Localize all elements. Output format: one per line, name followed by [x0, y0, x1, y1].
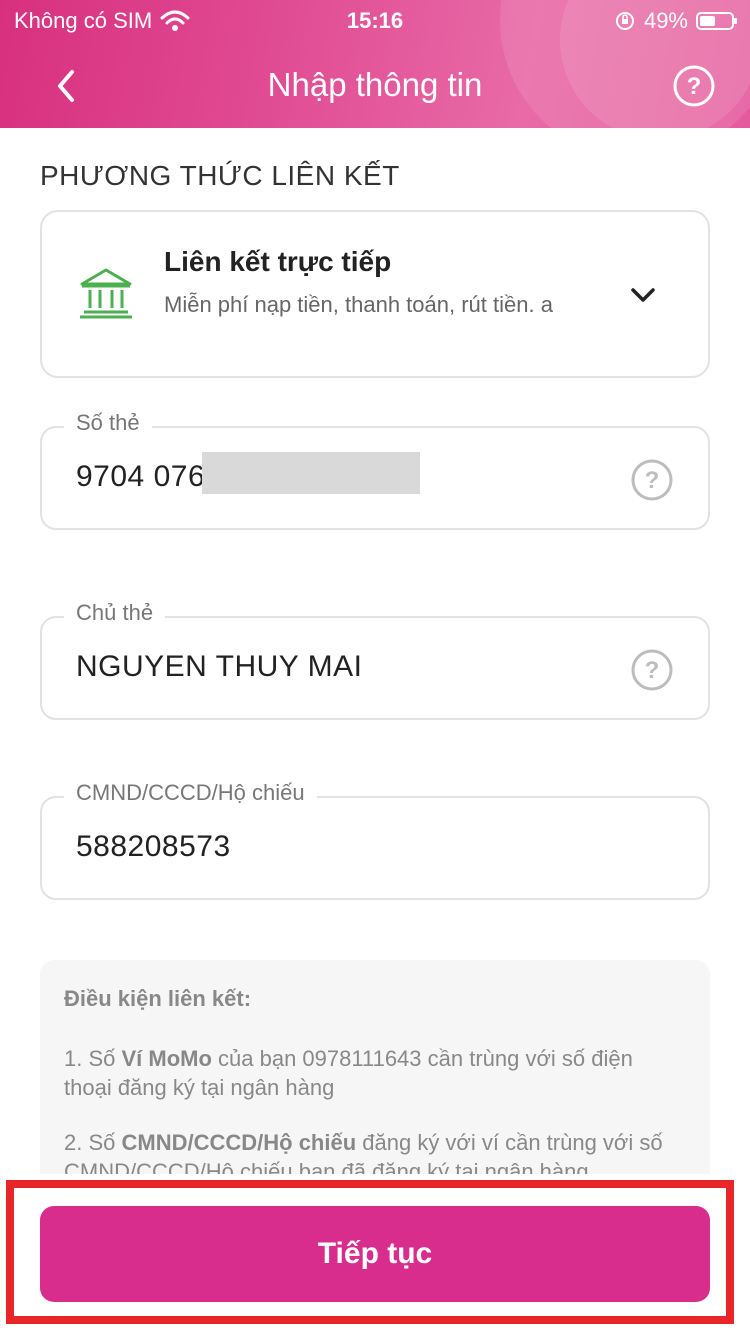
conditions-title: Điều kiện liên kết:: [64, 986, 252, 1011]
id-number-label: CMND/CCCD/Hộ chiếu: [64, 780, 317, 806]
status-bar: Không có SIM 15:16 49%: [0, 0, 750, 42]
bank-icon: [80, 268, 132, 319]
nav-bar: Nhập thông tin ?: [0, 56, 750, 116]
link-method-title: Liên kết trực tiếp: [164, 246, 392, 277]
card-holder-value[interactable]: NGUYEN THUY MAI: [76, 650, 362, 684]
orientation-lock-icon: [615, 12, 634, 30]
link-method-description: Miễn phí nạp tiền, thanh toán, rút tiền.…: [164, 292, 553, 317]
redaction-mask: [202, 452, 420, 494]
status-right: 49%: [614, 8, 737, 34]
question-circle-icon[interactable]: ?: [630, 648, 674, 692]
card-holder-label: Chủ thẻ: [64, 600, 166, 626]
section-label-link-method: PHƯƠNG THỨC LIÊN KẾT: [40, 160, 400, 191]
continue-button[interactable]: Tiếp tục: [40, 1206, 710, 1302]
svg-text:?: ?: [687, 73, 702, 100]
id-number-value[interactable]: 588208573: [76, 830, 231, 864]
condition-1-prefix: 1. Số: [64, 1046, 122, 1071]
card-holder-field[interactable]: Chủ thẻ NGUYEN THUY MAI ?: [40, 600, 710, 720]
link-method-selector[interactable]: Liên kết trực tiếp Miễn phí nạp tiền, th…: [40, 210, 710, 378]
chevron-down-icon[interactable]: [630, 286, 656, 304]
condition-2-bold: CMND/CCCD/Hộ chiếu: [121, 1130, 357, 1155]
svg-text:?: ?: [645, 657, 660, 684]
battery-icon: [696, 12, 737, 30]
condition-1-bold: Ví MoMo: [121, 1046, 212, 1071]
help-icon[interactable]: ?: [672, 64, 716, 108]
question-circle-icon[interactable]: ?: [630, 458, 674, 502]
card-number-field[interactable]: Số thẻ 9704 076 ?: [40, 410, 710, 530]
svg-text:?: ?: [645, 467, 660, 494]
link-conditions-box: Điều kiện liên kết: 1. Số Ví MoMo của bạ…: [40, 960, 710, 1200]
id-number-field[interactable]: CMND/CCCD/Hộ chiếu 588208573: [40, 780, 710, 900]
page-title: Nhập thông tin: [267, 66, 483, 103]
card-number-value[interactable]: 9704 076: [76, 460, 205, 494]
card-number-label: Số thẻ: [64, 410, 152, 436]
app-header: Không có SIM 15:16 49% Nhập thông tin ?: [0, 0, 750, 128]
battery-percent: 49%: [643, 8, 688, 33]
condition-item-1: 1. Số Ví MoMo của bạn 0978111643 cần trù…: [64, 1044, 684, 1102]
condition-2-prefix: 2. Số: [64, 1130, 122, 1155]
